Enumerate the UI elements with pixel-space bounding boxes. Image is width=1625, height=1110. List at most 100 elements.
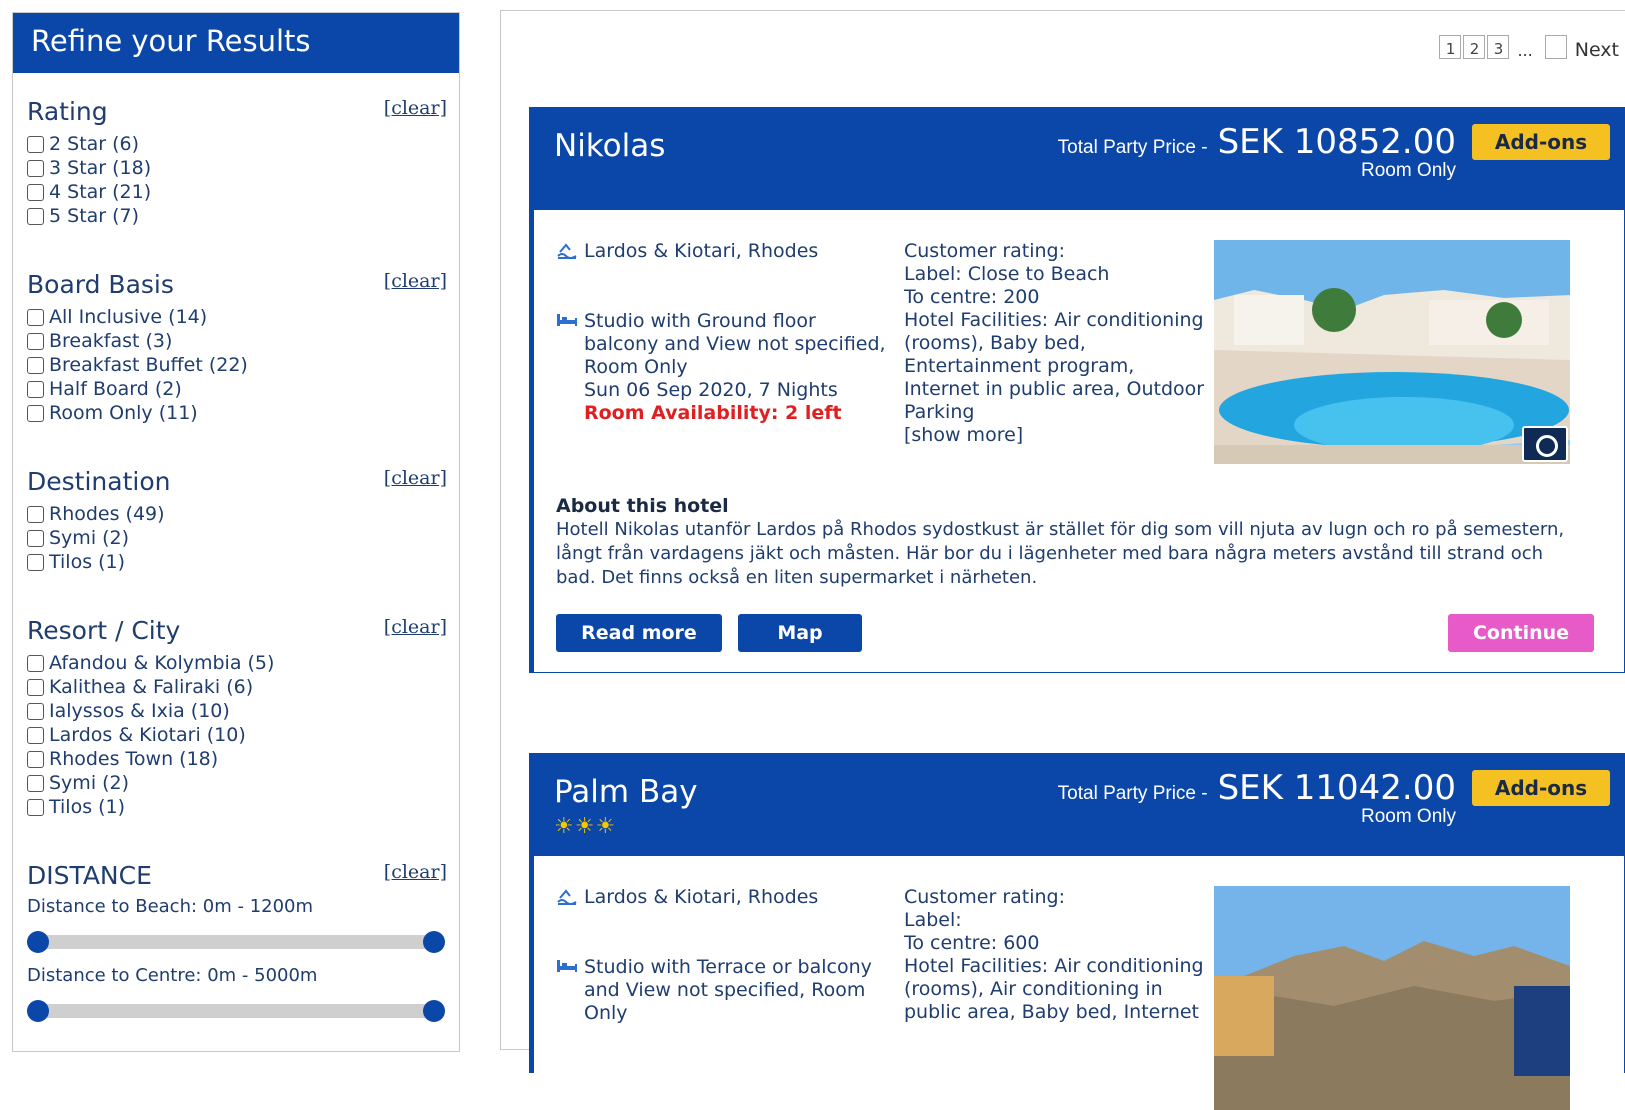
distance-to-centre: To centre: 600	[904, 932, 1040, 954]
clear-distance-link[interactable]: [clear]	[384, 861, 447, 883]
slider-max-handle[interactable]	[423, 1000, 445, 1022]
price-block: Total Party Price - SEK 11042.00 Room On…	[1058, 768, 1456, 828]
hotel-summary: Lardos & Kiotari, Rhodes Studio with Ter…	[556, 886, 896, 1025]
show-more-link[interactable]: [show more]	[904, 424, 1214, 447]
checkbox[interactable]	[27, 529, 44, 547]
resort-option[interactable]: Tilos (1)	[27, 795, 445, 819]
hotel-photo[interactable]	[1214, 240, 1570, 464]
checkbox[interactable]	[27, 654, 44, 672]
resort-option[interactable]: Symi (2)	[27, 771, 445, 795]
next-page-box[interactable]	[1544, 35, 1567, 59]
continue-button[interactable]: Continue	[1448, 614, 1594, 652]
addons-button[interactable]: Add-ons	[1472, 124, 1610, 160]
option-label: Rhodes (49)	[49, 503, 165, 525]
room-desc-line: Only	[584, 1002, 628, 1024]
slider-max-handle[interactable]	[423, 931, 445, 953]
room-row: Studio with Ground floor balcony and Vie…	[556, 310, 896, 425]
slider-track[interactable]	[33, 1004, 437, 1018]
checkbox[interactable]	[27, 159, 44, 177]
checkbox[interactable]	[27, 135, 44, 153]
resort-option[interactable]: Afandou & Kolymbia (5)	[27, 651, 445, 675]
option-label: Symi (2)	[49, 527, 130, 549]
slider-min-handle[interactable]	[27, 1000, 49, 1022]
checkbox[interactable]	[27, 183, 44, 201]
filter-group-board-basis: Board Basis [clear] All Inclusive (14) B…	[13, 270, 459, 425]
checkbox[interactable]	[27, 380, 44, 398]
hotel-card-header: Palm Bay ☀☀☀ Total Party Price - SEK 110…	[532, 756, 1625, 856]
clear-destination-link[interactable]: [clear]	[384, 467, 447, 489]
read-more-button[interactable]: Read more	[556, 614, 722, 652]
checkbox[interactable]	[27, 678, 44, 696]
addons-button[interactable]: Add-ons	[1472, 770, 1610, 806]
hotel-card: Palm Bay ☀☀☀ Total Party Price - SEK 110…	[529, 753, 1625, 1110]
page-1-link[interactable]: 1	[1439, 35, 1462, 59]
hotel-name[interactable]: Nikolas	[554, 128, 665, 164]
board-option[interactable]: Half Board (2)	[27, 377, 445, 401]
destination-option[interactable]: Rhodes (49)	[27, 502, 445, 526]
map-button[interactable]: Map	[738, 614, 862, 652]
resort-option[interactable]: Rhodes Town (18)	[27, 747, 445, 771]
rating-option[interactable]: 3 Star (18)	[27, 156, 445, 180]
option-label: Half Board (2)	[49, 378, 182, 400]
checkbox[interactable]	[27, 505, 44, 523]
board-type: Room Only	[1360, 160, 1456, 181]
resort-option[interactable]: Lardos & Kiotari (10)	[27, 723, 445, 747]
checkbox[interactable]	[27, 553, 44, 571]
checkbox[interactable]	[27, 702, 44, 720]
rating-option[interactable]: 5 Star (7)	[27, 204, 445, 228]
option-label: Lardos & Kiotari (10)	[49, 724, 246, 746]
option-label: 2 Star (6)	[49, 133, 140, 155]
page-3-link[interactable]: 3	[1487, 35, 1510, 59]
option-label: 4 Star (21)	[49, 181, 152, 203]
board-option[interactable]: Room Only (11)	[27, 401, 445, 425]
page-2-link[interactable]: 2	[1463, 35, 1486, 59]
clear-resort-link[interactable]: [clear]	[384, 616, 447, 638]
camera-icon[interactable]	[1522, 426, 1568, 462]
beach-distance-slider[interactable]	[27, 925, 445, 959]
filter-title-board-basis: Board Basis	[27, 270, 174, 299]
pagination-ellipsis: ...	[1517, 41, 1533, 60]
checkbox[interactable]	[27, 356, 44, 374]
slider-track[interactable]	[33, 935, 437, 949]
checkbox[interactable]	[27, 774, 44, 792]
hotel-name[interactable]: Palm Bay	[554, 774, 698, 810]
location-row: Lardos & Kiotari, Rhodes	[556, 240, 896, 264]
destination-option[interactable]: Tilos (1)	[27, 550, 445, 574]
room-desc-line: Studio with Terrace or balcony	[584, 956, 872, 978]
checkbox[interactable]	[27, 207, 44, 225]
board-option[interactable]: Breakfast (3)	[27, 329, 445, 353]
hotel-details: Customer rating: Label: Close to Beach T…	[904, 240, 1214, 447]
clear-board-basis-link[interactable]: [clear]	[384, 270, 447, 292]
rating-option[interactable]: 4 Star (21)	[27, 180, 445, 204]
option-label: Room Only (11)	[49, 402, 198, 424]
hotel-photo[interactable]	[1214, 886, 1570, 1110]
price-label: Total Party Price -	[1057, 137, 1208, 158]
checkbox[interactable]	[27, 726, 44, 744]
room-desc-line: Room Only	[584, 356, 688, 378]
option-label: Ialyssos & Ixia (10)	[49, 700, 230, 722]
option-label: Symi (2)	[49, 772, 130, 794]
distance-to-centre: To centre: 200	[904, 286, 1040, 308]
resort-option[interactable]: Ialyssos & Ixia (10)	[27, 699, 445, 723]
hotel-card-body: Lardos & Kiotari, Rhodes Studio with Ter…	[534, 856, 1624, 1110]
checkbox[interactable]	[27, 308, 44, 326]
checkbox[interactable]	[27, 798, 44, 816]
resort-option[interactable]: Kalithea & Faliraki (6)	[27, 675, 445, 699]
checkbox[interactable]	[27, 332, 44, 350]
next-page-link[interactable]: Next	[1575, 39, 1619, 61]
filter-title-destination: Destination	[27, 467, 171, 496]
board-option[interactable]: Breakfast Buffet (22)	[27, 353, 445, 377]
clear-rating-link[interactable]: [clear]	[384, 97, 447, 119]
filter-title-rating: Rating	[27, 97, 108, 126]
destination-option[interactable]: Symi (2)	[27, 526, 445, 550]
customer-rating: Customer rating:	[904, 240, 1066, 262]
checkbox[interactable]	[27, 404, 44, 422]
board-type: Room Only	[1360, 806, 1456, 827]
slider-min-handle[interactable]	[27, 931, 49, 953]
hotel-card-body: Lardos & Kiotari, Rhodes Studio with Gro…	[534, 210, 1624, 672]
centre-distance-slider[interactable]	[27, 994, 445, 1028]
checkbox[interactable]	[27, 750, 44, 768]
room-desc-line: Studio with Ground floor	[584, 310, 816, 332]
board-option[interactable]: All Inclusive (14)	[27, 305, 445, 329]
rating-option[interactable]: 2 Star (6)	[27, 132, 445, 156]
